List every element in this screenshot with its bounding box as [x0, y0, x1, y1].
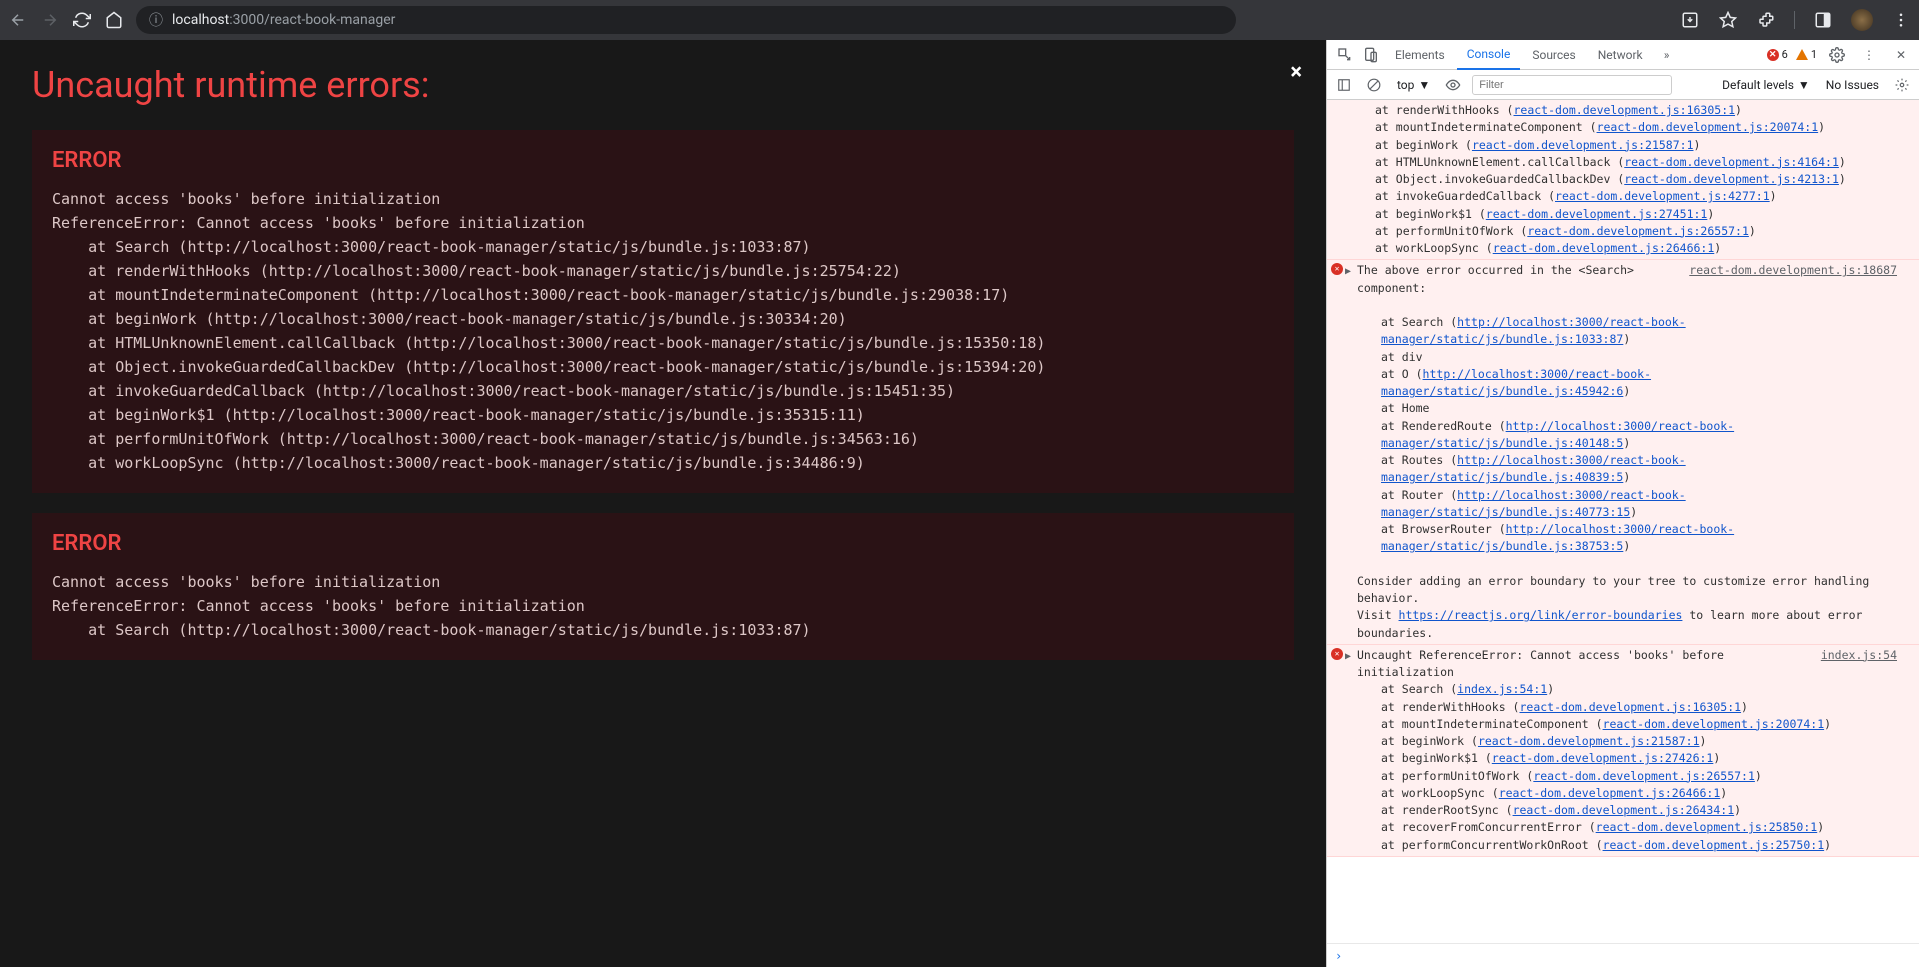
overlay-title: Uncaught runtime errors:: [32, 64, 1294, 106]
chevron-down-icon: ▼: [1798, 78, 1810, 92]
expand-arrow-icon[interactable]: ▶: [1345, 649, 1351, 664]
source-link[interactable]: react-dom.development.js:4277:1: [1555, 189, 1770, 203]
devtools-panel: Elements Console Sources Network » ✕6 1 …: [1326, 40, 1919, 967]
react-error-overlay: × Uncaught runtime errors: ERROR Cannot a…: [0, 40, 1326, 967]
source-link[interactable]: react-dom.development.js:26557:1: [1527, 224, 1749, 238]
source-link[interactable]: react-dom.development.js:16305:1: [1519, 700, 1741, 714]
console-log-entry: ✕ ▶ index.js:54 Uncaught ReferenceError:…: [1327, 645, 1919, 857]
page-content: × Uncaught runtime errors: ERROR Cannot a…: [0, 40, 1326, 967]
console-log-entry: ✕ ▶ react-dom.development.js:18687 The a…: [1327, 260, 1919, 645]
source-link[interactable]: react-dom.development.js:25750:1: [1603, 838, 1825, 852]
kebab-icon[interactable]: ⋮: [1857, 43, 1881, 67]
live-expression-icon[interactable]: [1442, 74, 1464, 96]
devtools-toggle-icon[interactable]: [1813, 10, 1833, 30]
source-link[interactable]: react-dom.development.js:4164:1: [1624, 155, 1839, 169]
url-host: localhost: [172, 12, 229, 28]
source-link[interactable]: react-dom.development.js:25850:1: [1596, 820, 1818, 834]
log-levels-selector[interactable]: Default levels ▼: [1718, 76, 1814, 94]
browser-toolbar: ⓘ localhost:3000/react-book-manager: [0, 0, 1919, 40]
error-icon: ✕: [1331, 648, 1343, 660]
source-link[interactable]: react-dom.development.js:4213:1: [1624, 172, 1839, 186]
filter-input[interactable]: [1472, 75, 1672, 95]
console-log-entry: at renderWithHooks (react-dom.developmen…: [1327, 100, 1919, 260]
source-link[interactable]: index.js:54: [1821, 647, 1897, 664]
menu-icon[interactable]: [1891, 10, 1911, 30]
source-link[interactable]: react-dom.development.js:27451:1: [1486, 207, 1708, 221]
issues-status[interactable]: No Issues: [1826, 78, 1879, 92]
reload-icon[interactable]: [72, 10, 92, 30]
devtools-tabs: Elements Console Sources Network » ✕6 1 …: [1327, 40, 1919, 70]
browser-actions: [1680, 9, 1911, 31]
settings-icon[interactable]: [1825, 43, 1849, 67]
source-link[interactable]: index.js:54:1: [1457, 682, 1547, 696]
error-count-badge[interactable]: ✕6: [1767, 48, 1788, 61]
back-icon[interactable]: [8, 10, 28, 30]
close-devtools-icon[interactable]: ✕: [1889, 43, 1913, 67]
source-link[interactable]: react-dom.development.js:26434:1: [1513, 803, 1735, 817]
console-toolbar: top ▼ Default levels ▼ No Issues: [1327, 70, 1919, 100]
tab-sources[interactable]: Sources: [1522, 40, 1585, 70]
extensions-icon[interactable]: [1756, 10, 1776, 30]
error-stacktrace: ReferenceError: Cannot access 'books' be…: [52, 211, 1274, 475]
site-info-icon[interactable]: ⓘ: [148, 12, 164, 28]
warning-count-badge[interactable]: 1: [1796, 48, 1817, 61]
url-path: :3000/react-book-manager: [229, 12, 395, 28]
inspect-icon[interactable]: [1333, 43, 1357, 67]
source-link[interactable]: react-dom.development.js:21587:1: [1472, 138, 1694, 152]
close-icon[interactable]: ×: [1290, 60, 1302, 85]
source-link[interactable]: react-dom.development.js:18687: [1689, 262, 1897, 279]
sidebar-toggle-icon[interactable]: [1333, 74, 1355, 96]
device-icon[interactable]: [1359, 43, 1383, 67]
home-icon[interactable]: [104, 10, 124, 30]
error-block: ERROR Cannot access 'books' before initia…: [32, 513, 1294, 660]
source-link[interactable]: react-dom.development.js:16305:1: [1513, 103, 1735, 117]
console-settings-icon[interactable]: [1891, 74, 1913, 96]
install-icon[interactable]: [1680, 10, 1700, 30]
error-heading: ERROR: [52, 148, 1274, 173]
divider: [1794, 11, 1795, 29]
source-link[interactable]: react-dom.development.js:26466:1: [1493, 241, 1715, 255]
clear-console-icon[interactable]: [1363, 74, 1385, 96]
error-icon: ✕: [1331, 263, 1343, 275]
link[interactable]: https://reactjs.org/link/error-boundarie…: [1399, 608, 1683, 622]
context-selector[interactable]: top ▼: [1393, 76, 1434, 94]
error-block: ERROR Cannot access 'books' before initia…: [32, 130, 1294, 493]
more-tabs-icon[interactable]: »: [1655, 43, 1679, 67]
source-link[interactable]: react-dom.development.js:21587:1: [1478, 734, 1700, 748]
source-link[interactable]: react-dom.development.js:26557:1: [1533, 769, 1755, 783]
console-prompt[interactable]: ›: [1327, 943, 1919, 967]
tab-console[interactable]: Console: [1457, 40, 1521, 70]
source-link[interactable]: react-dom.development.js:20074:1: [1603, 717, 1825, 731]
chevron-down-icon: ▼: [1418, 78, 1430, 92]
source-link[interactable]: react-dom.development.js:20074:1: [1597, 120, 1819, 134]
source-link[interactable]: react-dom.development.js:26466:1: [1499, 786, 1721, 800]
profile-avatar[interactable]: [1851, 9, 1873, 31]
bookmark-icon[interactable]: [1718, 10, 1738, 30]
tab-network[interactable]: Network: [1588, 40, 1653, 70]
address-bar[interactable]: ⓘ localhost:3000/react-book-manager: [136, 6, 1236, 34]
console-output[interactable]: at renderWithHooks (react-dom.developmen…: [1327, 100, 1919, 943]
expand-arrow-icon[interactable]: ▶: [1345, 264, 1351, 279]
error-message: Cannot access 'books' before initializat…: [52, 570, 1274, 594]
forward-icon[interactable]: [40, 10, 60, 30]
source-link[interactable]: react-dom.development.js:27426:1: [1492, 751, 1714, 765]
error-message: Cannot access 'books' before initializat…: [52, 187, 1274, 211]
tab-elements[interactable]: Elements: [1385, 40, 1455, 70]
error-stacktrace: ReferenceError: Cannot access 'books' be…: [52, 594, 1274, 642]
error-heading: ERROR: [52, 531, 1274, 556]
